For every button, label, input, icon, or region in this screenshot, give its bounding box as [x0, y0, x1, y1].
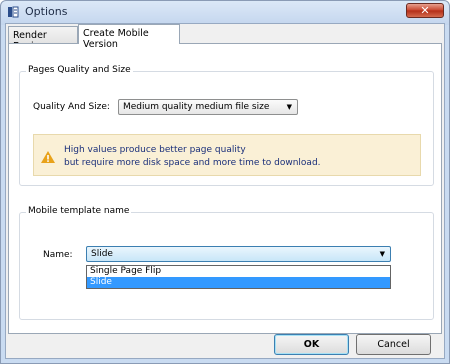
- template-select-value: Slide: [91, 249, 113, 259]
- notice-line-2: but require more disk space and more tim…: [64, 158, 321, 168]
- group-title: Mobile template name: [26, 206, 132, 216]
- template-group: Mobile template name Name: Slide ▼ Singl…: [19, 206, 434, 320]
- close-button[interactable]: ✕: [406, 3, 444, 18]
- cancel-button[interactable]: Cancel: [356, 334, 431, 355]
- tab-render-engine[interactable]: Render Engine: [8, 26, 78, 52]
- close-icon: ✕: [420, 4, 430, 17]
- dropdown-option-single-page-flip[interactable]: Single Page Flip: [87, 266, 390, 277]
- info-notice: High values produce better page quality …: [33, 134, 421, 176]
- template-name-label: Name:: [43, 250, 73, 260]
- template-dropdown-list: Single Page Flip Slide: [86, 265, 391, 289]
- chevron-down-icon: ▼: [286, 103, 292, 111]
- quality-select-value: Medium quality medium file size: [123, 102, 270, 112]
- ok-button[interactable]: OK: [274, 334, 349, 355]
- dropdown-option-slide[interactable]: Slide: [87, 277, 390, 288]
- warning-icon: [41, 151, 55, 163]
- quality-select[interactable]: Medium quality medium file size ▼: [118, 99, 298, 115]
- template-select[interactable]: Slide ▼: [86, 246, 391, 262]
- window-title: Options: [25, 5, 68, 18]
- quality-group: Pages Quality and Size Quality And Size:…: [19, 65, 434, 186]
- app-icon: [8, 6, 19, 18]
- quality-label: Quality And Size:: [33, 102, 110, 112]
- tab-panel: Pages Quality and Size Quality And Size:…: [8, 43, 442, 334]
- options-dialog: Options ✕ Render Engine Create Mobile Ve…: [0, 0, 450, 364]
- chevron-down-icon: ▼: [379, 250, 385, 258]
- group-title: Pages Quality and Size: [26, 65, 133, 75]
- title-bar[interactable]: Options ✕: [1, 1, 449, 23]
- notice-line-1: High values produce better page quality: [64, 145, 246, 155]
- tab-create-mobile-version[interactable]: Create Mobile Version: [78, 24, 180, 50]
- dialog-client-area: Render Engine Create Mobile Version Page…: [5, 23, 445, 359]
